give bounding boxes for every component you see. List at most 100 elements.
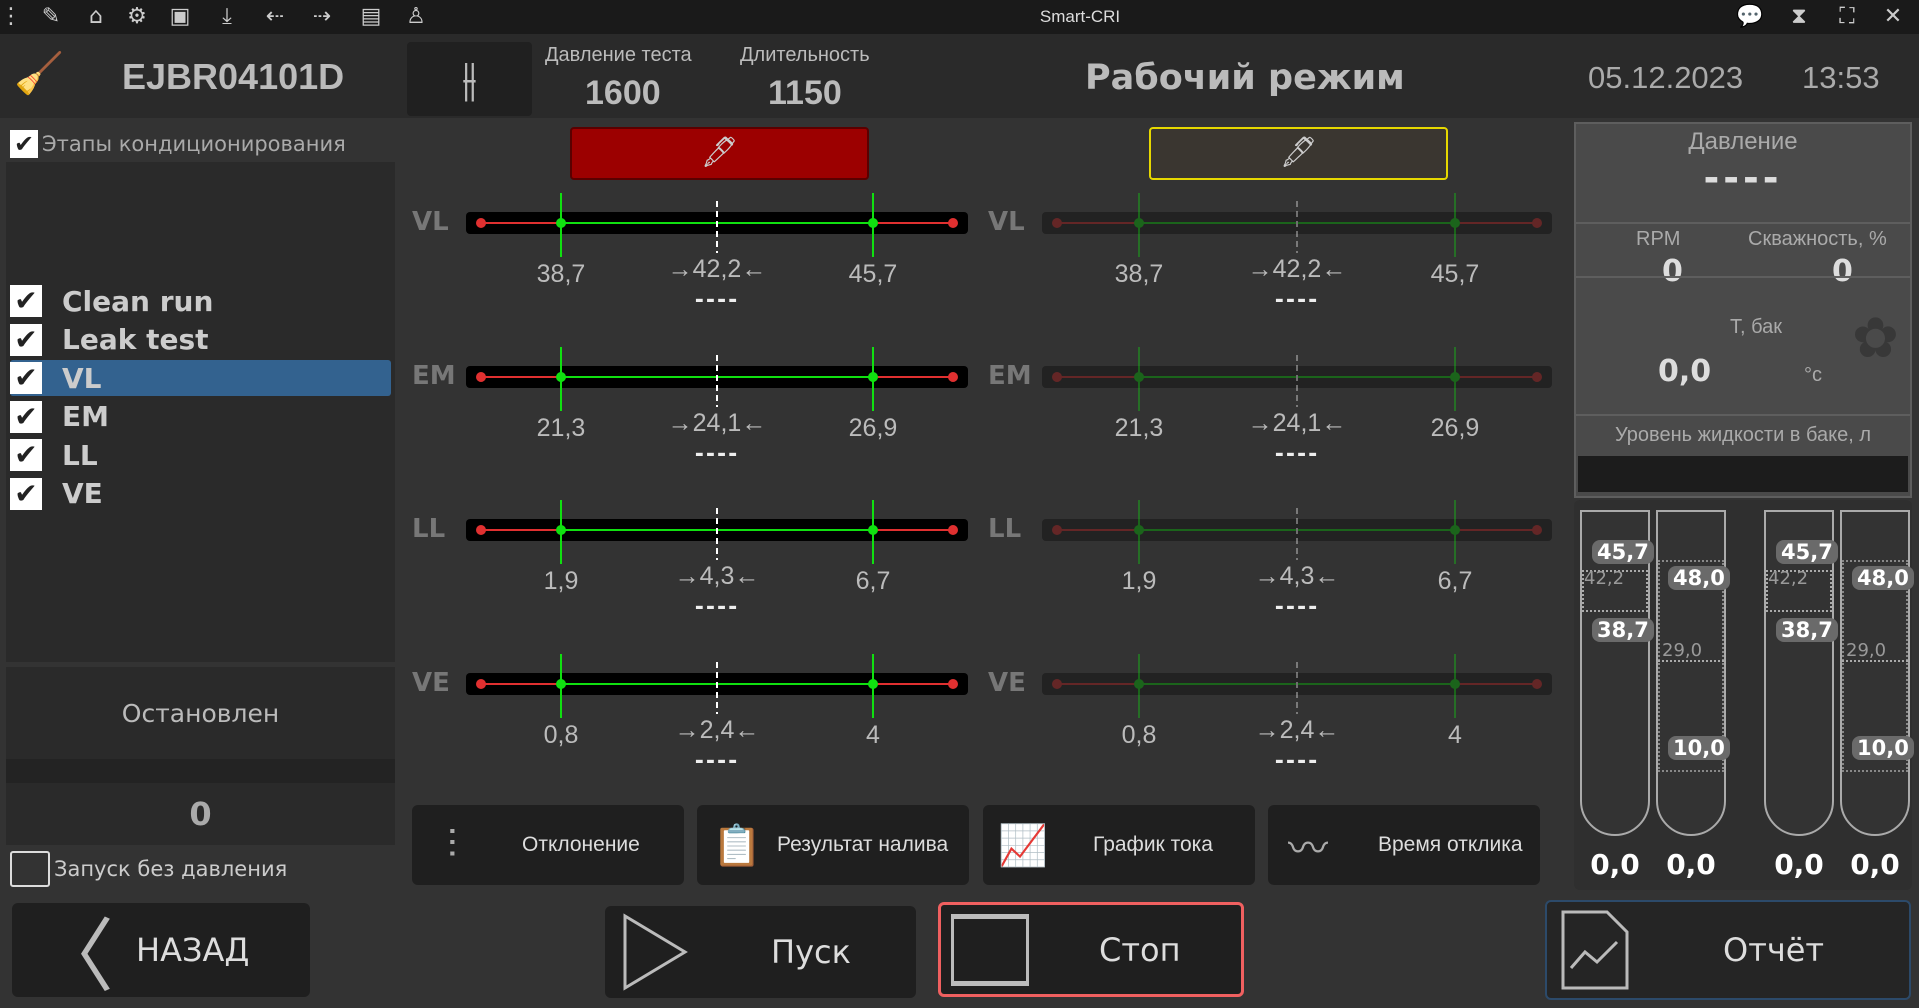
duty-value: 0	[1832, 254, 1853, 289]
gauge-green-dot	[1134, 218, 1144, 228]
tube-min-label: 38,7	[1776, 618, 1838, 642]
tube-max-label: 48,0	[1852, 566, 1914, 590]
gauge-measured-value: ----	[1274, 595, 1320, 620]
no-pressure-checkbox[interactable]: Запуск без давления	[10, 851, 287, 887]
injector-icon: 🖋	[1279, 135, 1318, 170]
gauge-red-dot	[1532, 218, 1542, 228]
tool-label: Отклонение	[522, 833, 640, 856]
tube-target-label: 42,2	[1584, 568, 1625, 589]
gauge-measured-value: ----	[694, 595, 740, 620]
gauge-green-dot	[1134, 679, 1144, 689]
gauge-green-dot	[1134, 372, 1144, 382]
gauge-min-value: 0,8	[543, 721, 579, 749]
tube-value: 0,0	[1850, 848, 1900, 881]
rpm-label: RPM	[1636, 228, 1681, 250]
current-chart-icon: 📈	[998, 822, 1048, 869]
gauge-max-value: 6,7	[855, 567, 891, 595]
gauge-min-value: 0,8	[1121, 721, 1157, 749]
stop-label: Стоп	[1099, 930, 1181, 969]
checkbox-checked-icon[interactable]: ✔	[10, 130, 38, 158]
stages-header[interactable]: ✔ Этапы кондиционирования	[10, 130, 346, 158]
gauge-min-value: 38,7	[1114, 260, 1164, 288]
tool-button-4[interactable]: 〰 Время отклика	[1268, 805, 1540, 885]
gauge-green-dot	[1450, 679, 1460, 689]
gauge-red-dot	[1532, 372, 1542, 382]
gauge-green-dot	[1450, 525, 1460, 535]
no-pressure-label: Запуск без давления	[54, 857, 288, 881]
gauge-measured-value: ----	[1274, 442, 1320, 467]
deviation-icon: ⫶	[447, 822, 457, 868]
gauge-measured-value: ----	[1274, 288, 1320, 313]
gauge-max-value: 45,7	[848, 260, 898, 288]
gauge-max-value: 6,7	[1437, 567, 1473, 595]
chat-icon[interactable]: 💬	[1736, 4, 1763, 30]
gauge-measured-value: ----	[694, 288, 740, 313]
gauge-target-value: →24,1←	[1247, 409, 1347, 437]
close-icon[interactable]: ✕	[1880, 4, 1906, 30]
tool-button-3[interactable]: 📈 График тока	[983, 805, 1255, 885]
checkbox-checked-icon[interactable]: ✔	[10, 285, 42, 317]
tube-mid-label: 29,0	[1662, 640, 1703, 661]
stop-icon	[951, 913, 1029, 986]
gauge-measured-value: ----	[694, 749, 740, 774]
gauge-red-dot	[1532, 679, 1542, 689]
tool-label: Время отклика	[1378, 833, 1523, 856]
tube-value: 0,0	[1590, 848, 1640, 881]
tool-button-1[interactable]: ⫶ Отклонение	[412, 805, 684, 885]
stages-header-label: Этапы кондиционирования	[42, 132, 346, 156]
injector-button-1[interactable]: 🖋	[570, 127, 869, 180]
report-button[interactable]: Отчёт	[1545, 900, 1911, 1000]
gauge-target-value: →42,2←	[1247, 255, 1347, 283]
gauge-max-value: 4	[866, 721, 880, 749]
temp-label: T, бак	[1730, 316, 1782, 338]
status-bar	[6, 759, 395, 783]
report-chart-icon	[1561, 910, 1629, 990]
back-button[interactable]: 〈 НАЗАД	[12, 903, 310, 1003]
gauge-red-dot	[1052, 679, 1062, 689]
tank-level-bar	[1578, 456, 1908, 492]
start-button[interactable]: Пуск	[605, 906, 916, 998]
settings-sliders-button[interactable]: ⫲	[407, 42, 532, 116]
gauge-max-value: 26,9	[848, 414, 898, 442]
fullscreen-icon[interactable]: ⛶	[1834, 4, 1860, 30]
title-bar: ⋮ ✎ ⌂ ⚙ ▣ ⤓ ⇠ ⇢ ▤ ♙ Smart-CRI 💬 ⧗ ⛶ ✕	[0, 0, 1919, 34]
tube-value: 0,0	[1666, 848, 1716, 881]
gauge-measured-value: ----	[694, 442, 740, 467]
tool-button-2[interactable]: 📋 Результат налива	[697, 805, 969, 885]
gauge-green-dot	[1450, 372, 1460, 382]
stage-item-clean-run[interactable]: ✔ Clean run	[10, 283, 391, 319]
tank-level-label: Уровень жидкости в баке, л	[1615, 424, 1871, 446]
checklist-icon: 📋	[712, 822, 762, 869]
gauge-red-dot	[1052, 372, 1062, 382]
checkbox-checked-icon[interactable]: ✔	[10, 439, 42, 471]
checkbox-unchecked-icon[interactable]	[10, 851, 50, 887]
stop-button[interactable]: Стоп	[938, 902, 1244, 997]
pressure-label: Давление	[1688, 128, 1798, 155]
tube-min-label: 10,0	[1852, 736, 1914, 760]
injector-icon: 🖋	[700, 135, 739, 170]
rpm-value: 0	[1662, 254, 1683, 289]
sliders-icon: ⫲	[462, 51, 477, 105]
injector-id: EJBR04101D	[122, 56, 345, 97]
play-icon	[623, 913, 688, 991]
duty-label: Скважность, %	[1748, 228, 1887, 250]
gauge-red-dot	[1052, 218, 1062, 228]
gauge-min-value: 21,3	[1114, 414, 1164, 442]
broom-icon[interactable]: 🧹	[14, 50, 64, 97]
temp-value: 0,0	[1658, 354, 1712, 389]
stage-item-ll[interactable]: ✔ LL	[10, 437, 391, 473]
test-pressure-label: Давление теста	[545, 44, 692, 66]
tool-label: График тока	[1093, 833, 1213, 856]
gauge-target-value: →4,3←	[1254, 562, 1340, 590]
gauge-min-value: 38,7	[536, 260, 586, 288]
header: 🧹 EJBR04101D ⫲ Давление теста 1600 Длите…	[0, 34, 1919, 118]
hourglass-icon[interactable]: ⧗	[1786, 4, 1812, 30]
gauge-max-value: 4	[1448, 721, 1462, 749]
temp-unit: °c	[1804, 364, 1822, 386]
gauge-min-value: 21,3	[536, 414, 586, 442]
date: 05.12.2023	[1588, 60, 1744, 95]
injector-button-2[interactable]: 🖋	[1149, 127, 1448, 180]
stage-label: Clean run	[62, 284, 214, 318]
gauge-red-dot	[1052, 525, 1062, 535]
stage-label: LL	[62, 438, 98, 472]
